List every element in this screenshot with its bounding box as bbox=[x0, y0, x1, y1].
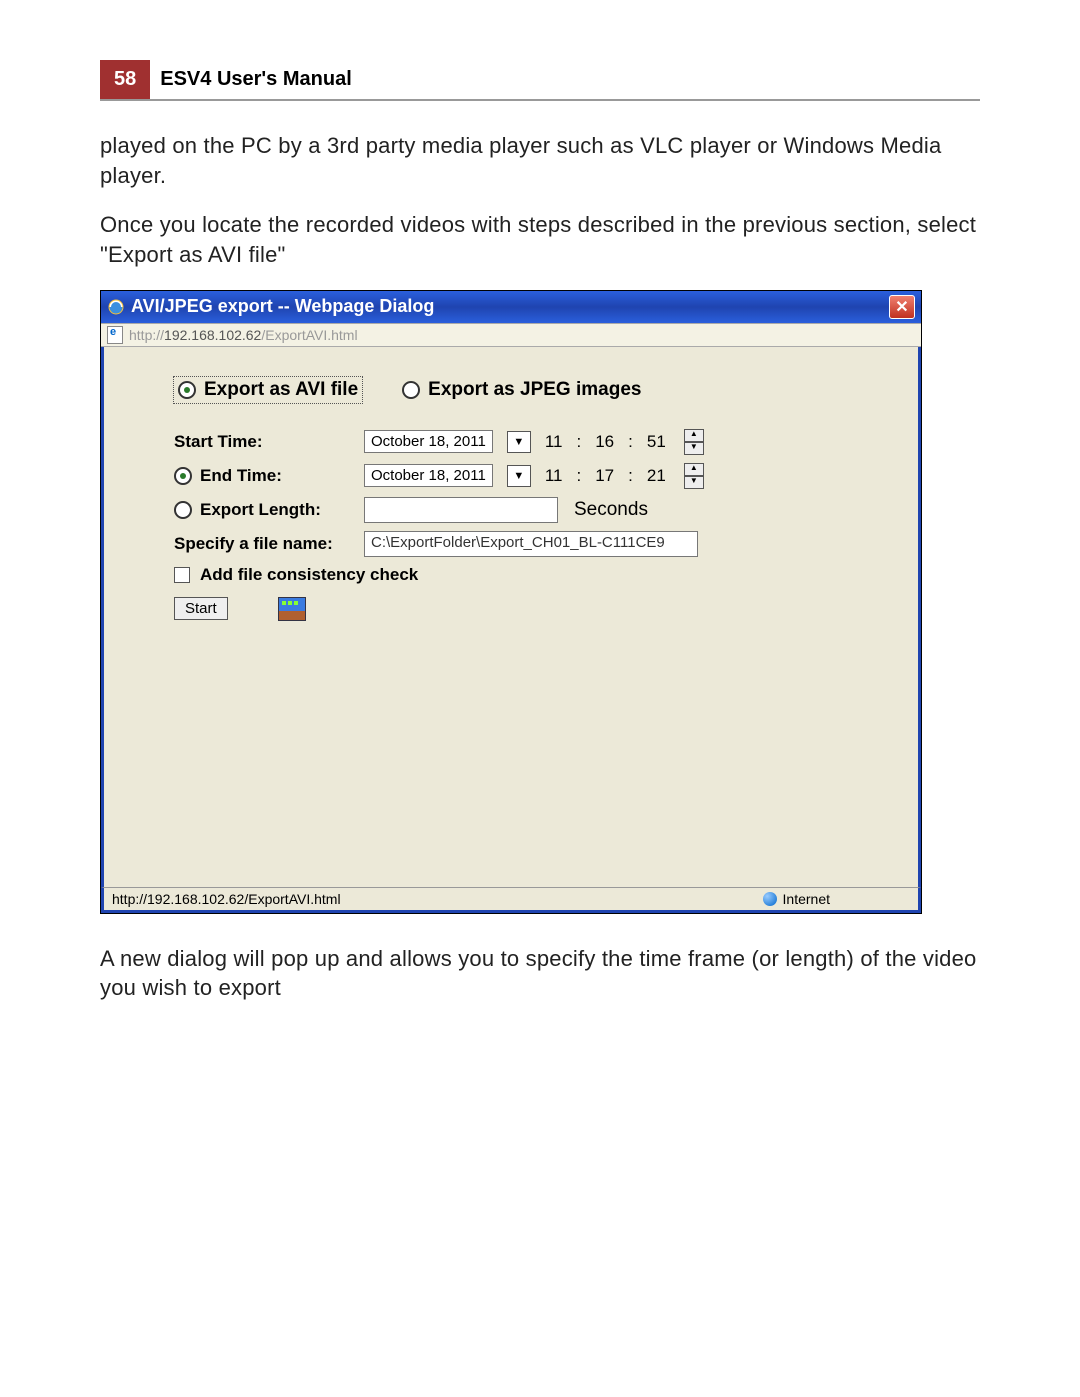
status-zone: Internet bbox=[783, 891, 830, 907]
status-bar: http://192.168.102.62/ExportAVI.html Int… bbox=[101, 887, 921, 913]
export-length-radio[interactable] bbox=[174, 501, 192, 519]
export-as-jpeg-option[interactable]: Export as JPEG images bbox=[402, 379, 641, 401]
end-minute[interactable]: 17 bbox=[595, 466, 614, 486]
status-url: http://192.168.102.62/ExportAVI.html bbox=[112, 891, 341, 907]
start-second[interactable]: 51 bbox=[647, 432, 666, 452]
end-time-spinner[interactable]: ▲ ▼ bbox=[684, 463, 704, 489]
start-time-label: Start Time: bbox=[174, 432, 354, 452]
dialog-title: AVI/JPEG export -- Webpage Dialog bbox=[131, 296, 434, 317]
close-button[interactable]: ✕ bbox=[889, 295, 915, 319]
address-host: 192.168.102.62 bbox=[164, 327, 261, 343]
start-date-field[interactable]: October 18, 2011 bbox=[364, 430, 493, 453]
filename-input[interactable]: C:\ExportFolder\Export_CH01_BL-C111CE9 bbox=[364, 531, 698, 557]
seconds-label: Seconds bbox=[574, 499, 648, 521]
export-avi-label: Export as AVI file bbox=[204, 379, 358, 401]
consistency-checkbox[interactable] bbox=[174, 567, 190, 583]
export-length-label: Export Length: bbox=[200, 500, 321, 520]
spinner-up-icon[interactable]: ▲ bbox=[684, 429, 704, 442]
radio-icon bbox=[402, 381, 420, 399]
address-path: /ExportAVI.html bbox=[261, 327, 357, 343]
radio-icon bbox=[178, 381, 196, 399]
page-icon bbox=[107, 326, 123, 344]
specify-filename-label: Specify a file name: bbox=[174, 534, 354, 554]
spinner-down-icon[interactable]: ▼ bbox=[684, 476, 704, 489]
spinner-down-icon[interactable]: ▼ bbox=[684, 442, 704, 455]
dialog-titlebar: AVI/JPEG export -- Webpage Dialog ✕ bbox=[101, 291, 921, 323]
paragraph-1: played on the PC by a 3rd party media pl… bbox=[100, 131, 980, 190]
start-date-dropdown[interactable]: ▼ bbox=[507, 431, 531, 453]
paragraph-3: A new dialog will pop up and allows you … bbox=[100, 944, 980, 1003]
start-minute[interactable]: 16 bbox=[595, 432, 614, 452]
ie-icon bbox=[107, 298, 125, 316]
start-button[interactable]: Start bbox=[174, 597, 228, 620]
dialog-body: Export as AVI file Export as JPEG images… bbox=[101, 347, 921, 887]
end-second[interactable]: 21 bbox=[647, 466, 666, 486]
end-time-radio[interactable] bbox=[174, 467, 192, 485]
close-icon: ✕ bbox=[895, 297, 908, 317]
export-as-avi-option[interactable]: Export as AVI file bbox=[174, 377, 362, 403]
end-date-field[interactable]: October 18, 2011 bbox=[364, 464, 493, 487]
page-header: 58 ESV4 User's Manual bbox=[100, 60, 980, 101]
internet-zone-icon bbox=[763, 892, 777, 906]
start-time-spinner[interactable]: ▲ ▼ bbox=[684, 429, 704, 455]
page-number: 58 bbox=[100, 60, 150, 99]
manual-title: ESV4 User's Manual bbox=[150, 60, 362, 99]
export-dialog-window: AVI/JPEG export -- Webpage Dialog ✕ http… bbox=[100, 290, 922, 914]
address-prefix: http:// bbox=[129, 327, 164, 343]
spinner-up-icon[interactable]: ▲ bbox=[684, 463, 704, 476]
address-bar: http://192.168.102.62/ExportAVI.html bbox=[101, 323, 921, 347]
consistency-label: Add file consistency check bbox=[200, 565, 418, 585]
end-date-dropdown[interactable]: ▼ bbox=[507, 465, 531, 487]
export-jpeg-label: Export as JPEG images bbox=[428, 379, 641, 401]
start-hour[interactable]: 11 bbox=[545, 432, 563, 452]
export-length-input[interactable] bbox=[364, 497, 558, 523]
end-hour[interactable]: 11 bbox=[545, 466, 563, 486]
end-time-label: End Time: bbox=[200, 466, 282, 486]
paragraph-2: Once you locate the recorded videos with… bbox=[100, 210, 980, 269]
progress-monitor-icon bbox=[278, 597, 306, 621]
